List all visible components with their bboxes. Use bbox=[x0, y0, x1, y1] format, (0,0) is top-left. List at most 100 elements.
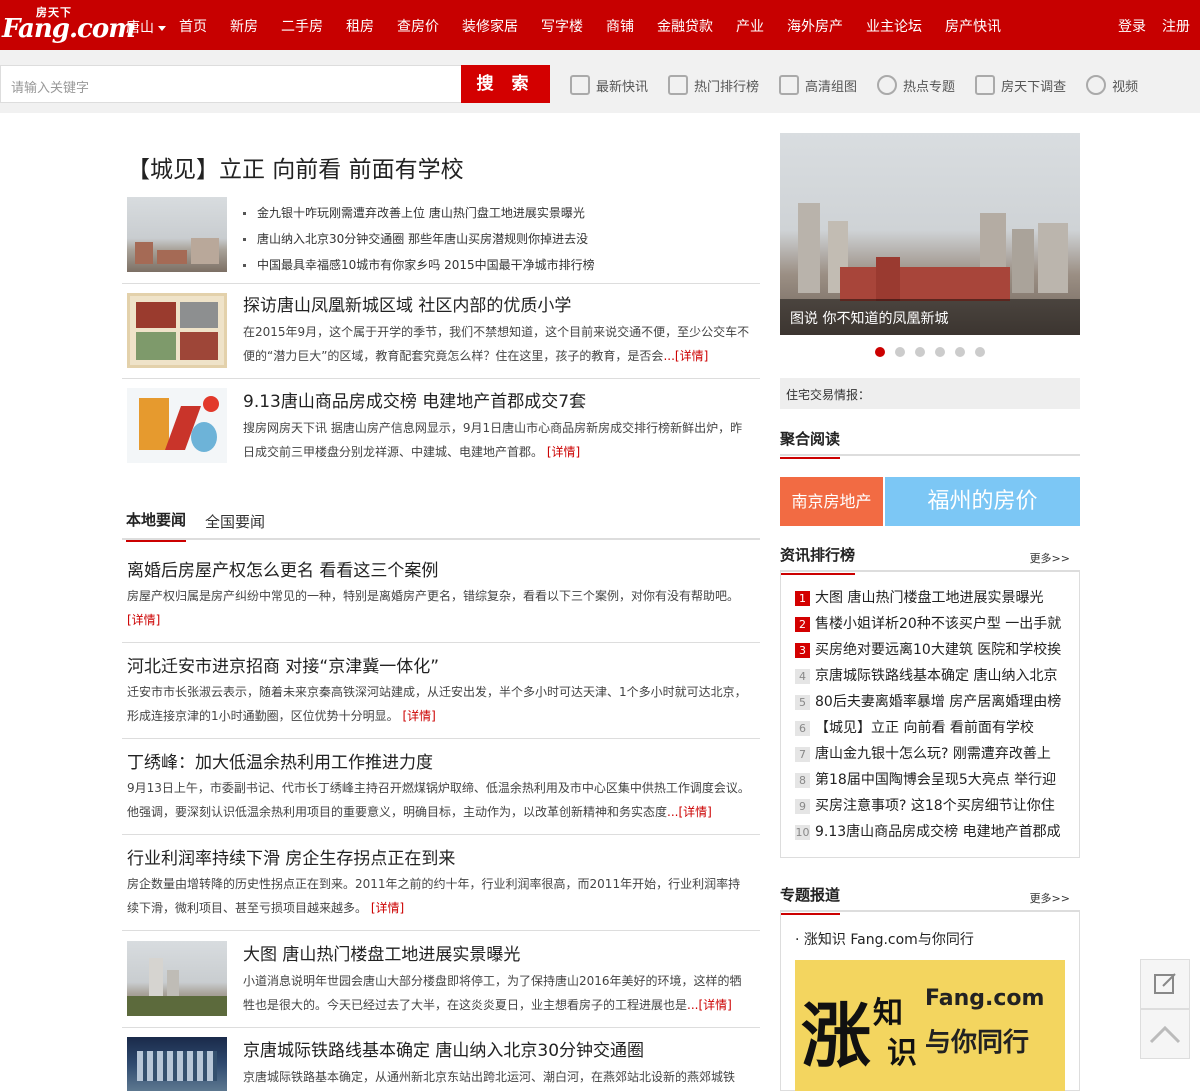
nav-item[interactable]: 查房价 bbox=[397, 16, 439, 36]
nav-item[interactable]: 二手房 bbox=[281, 16, 323, 36]
tab-national-news[interactable]: 全国要闻 bbox=[205, 511, 265, 532]
carousel-dot[interactable] bbox=[975, 347, 985, 357]
quick-link-label: 视频 bbox=[1112, 79, 1139, 95]
headline-thumbnail[interactable] bbox=[127, 197, 227, 272]
list-item[interactable]: 中国最具幸福感10城市有你家乡吗 2015中国最干净城市排行榜 bbox=[243, 252, 595, 278]
quick-link-gallery[interactable]: 高清组图 bbox=[779, 75, 857, 95]
details-link[interactable]: ...[详情] bbox=[663, 349, 708, 363]
quick-link-label: 热门排行榜 bbox=[694, 79, 760, 95]
quick-links: 最新快讯 热门排行榜 高清组图 热点专题 房天下调查 视频 bbox=[570, 75, 1158, 95]
search-button[interactable]: 搜 索 bbox=[461, 65, 550, 103]
feature-desc-text: 搜房网房天下讯 据唐山房产信息网显示，9月1日唐山市心商品房新房成交排行榜新鲜出… bbox=[243, 421, 743, 459]
fang-logo[interactable]: 房天下 Fang.com bbox=[2, 4, 136, 44]
nav-item[interactable]: 金融贷款 bbox=[657, 16, 713, 36]
more-link[interactable]: 更多>> bbox=[1030, 550, 1070, 566]
ranking-item[interactable]: 7 唐山金九银十怎么玩? 刚需遭弃改善上 bbox=[795, 741, 1061, 767]
divider bbox=[122, 378, 760, 379]
search-input[interactable]: 请输入关键字 bbox=[0, 65, 462, 103]
carousel-dot[interactable] bbox=[915, 347, 925, 357]
nav-item[interactable]: 租房 bbox=[346, 16, 374, 36]
details-link[interactable]: ...[详情] bbox=[667, 805, 712, 819]
feedback-button[interactable] bbox=[1140, 959, 1190, 1009]
photo-carousel[interactable]: 图说 你不知道的凤凰新城 bbox=[780, 133, 1080, 335]
details-link[interactable]: [详情] bbox=[547, 445, 580, 459]
feature-thumbnail[interactable] bbox=[127, 293, 227, 368]
ranking-item[interactable]: 3 买房绝对要远离10大建筑 医院和学校挨 bbox=[795, 637, 1061, 663]
carousel-dot[interactable] bbox=[875, 347, 885, 357]
tile-nanjing[interactable]: 南京房地产 bbox=[780, 477, 883, 526]
feature-title[interactable]: 9.13唐山商品房成交榜 电建地产首郡成交7套 bbox=[243, 387, 586, 412]
list-item[interactable]: 金九银十咋玩刚需遭弃改善上位 唐山热门盘工地进展实景曝光 bbox=[243, 200, 595, 226]
nav-item[interactable]: 商铺 bbox=[606, 16, 634, 36]
news-thumbnail[interactable] bbox=[127, 1037, 227, 1091]
news-desc: 迁安市市长张淑云表示，随着未来京秦高铁深河站建成，从迁安出发，半个多小时可达天津… bbox=[127, 680, 752, 728]
ranking-item[interactable]: 1 大图 唐山热门楼盘工地进展实景曝光 bbox=[795, 585, 1061, 611]
news-desc: 小道消息说明年世园会唐山大部分楼盘即将停工，为了保持唐山2016年美好的环境，这… bbox=[243, 969, 753, 1017]
carousel-caption: 图说 你不知道的凤凰新城 bbox=[780, 299, 1080, 335]
nav-item[interactable]: 新房 bbox=[230, 16, 258, 36]
nav-item[interactable]: 海外房产 bbox=[787, 16, 843, 36]
news-title[interactable]: 大图 唐山热门楼盘工地进展实景曝光 bbox=[243, 940, 520, 965]
ranking-item[interactable]: 6 【城见】立正 向前看 看前面有学校 bbox=[795, 715, 1061, 741]
ranking-item-label: 售楼小姐详析20种不该买户型 一出手就 bbox=[815, 616, 1062, 632]
quick-link-video[interactable]: 视频 bbox=[1086, 75, 1138, 95]
quick-link-ranking[interactable]: 热门排行榜 bbox=[668, 75, 759, 95]
nav-item[interactable]: 首页 bbox=[179, 16, 207, 36]
feature-thumbnail[interactable] bbox=[127, 388, 227, 463]
login-link[interactable]: 登录 bbox=[1118, 16, 1146, 36]
headline-title[interactable]: 【城见】立正 向前看 前面有学校 bbox=[127, 150, 464, 184]
news-desc: 房企数量由增转降的历史性拐点正在到来。2011年之前的约十年，行业利润率很高，而… bbox=[127, 872, 752, 920]
nav-item[interactable]: 写字楼 bbox=[541, 16, 583, 36]
ranking-item[interactable]: 9 买房注意事项? 这18个买房细节让你住 bbox=[795, 793, 1061, 819]
list-item[interactable]: 唐山纳入北京30分钟交通圈 那些年唐山买房潜规则你掉进去没 bbox=[243, 226, 595, 252]
nav-item[interactable]: 装修家居 bbox=[462, 16, 518, 36]
ranking-item-label: 第18届中国陶博会呈现5大亮点 举行迎 bbox=[815, 772, 1057, 788]
news-thumbnail[interactable] bbox=[127, 941, 227, 1016]
carousel-dot[interactable] bbox=[955, 347, 965, 357]
news-title[interactable]: 行业利润率持续下滑 房企生存拐点正在到来 bbox=[127, 844, 455, 869]
divider bbox=[122, 642, 760, 643]
details-link[interactable]: [详情] bbox=[402, 709, 435, 723]
news-title[interactable]: 京唐城际铁路线基本确定 唐山纳入北京30分钟交通圈 bbox=[243, 1036, 644, 1061]
quick-link-label: 热点专题 bbox=[903, 79, 956, 95]
news-title[interactable]: 离婚后房屋产权怎么更名 看看这三个案例 bbox=[127, 556, 438, 581]
ranking-item[interactable]: 2 售楼小姐详析20种不该买户型 一出手就 bbox=[795, 611, 1061, 637]
back-to-top-button[interactable] bbox=[1140, 1009, 1190, 1059]
quick-link-topics[interactable]: 热点专题 bbox=[877, 75, 955, 95]
nav-item[interactable]: 业主论坛 bbox=[866, 16, 922, 36]
nav-item[interactable]: 房产快讯 bbox=[945, 16, 1001, 36]
promo-banner[interactable]: 涨 知 识 Fang.com 与你同行 bbox=[795, 960, 1065, 1091]
flame-icon bbox=[877, 75, 898, 95]
ranking-item[interactable]: 10 9.13唐山商品房成交榜 电建地产首郡成 bbox=[795, 819, 1061, 845]
ranking-item[interactable]: 4 京唐城际铁路线基本确定 唐山纳入北京 bbox=[795, 663, 1061, 689]
details-link[interactable]: [详情] bbox=[371, 901, 404, 915]
ranking-item-label: 买房绝对要远离10大建筑 医院和学校挨 bbox=[815, 642, 1062, 658]
more-link[interactable]: 更多>> bbox=[1030, 890, 1070, 906]
news-title[interactable]: 河北迁安市进京招商 对接“京津冀一体化” bbox=[127, 652, 439, 677]
feature-desc: 搜房网房天下讯 据唐山房产信息网显示，9月1日唐山市心商品房新房成交排行榜新鲜出… bbox=[243, 416, 753, 464]
register-link[interactable]: 注册 bbox=[1162, 16, 1190, 36]
nav-item[interactable]: 产业 bbox=[736, 16, 764, 36]
city-label: 唐山 bbox=[126, 20, 154, 36]
play-icon bbox=[1086, 75, 1107, 95]
divider bbox=[122, 930, 760, 931]
ranking-item-label: 买房注意事项? 这18个买房细节让你住 bbox=[815, 798, 1055, 814]
logo-text: Fang.com bbox=[2, 14, 136, 44]
carousel-dot[interactable] bbox=[895, 347, 905, 357]
tile-fuzhou[interactable]: 福州的房价 bbox=[885, 477, 1080, 526]
carousel-dot[interactable] bbox=[935, 347, 945, 357]
tab-local-news[interactable]: 本地要闻 bbox=[126, 509, 187, 542]
feature-title[interactable]: 探访唐山凤凰新城区域 社区内部的优质小学 bbox=[243, 291, 571, 316]
quick-link-latest[interactable]: 最新快讯 bbox=[570, 75, 648, 95]
main-nav: 首页 新房 二手房 租房 查房价 装修家居 写字楼 商铺 金融贷款 产业 海外房… bbox=[179, 16, 1024, 36]
details-link[interactable]: ...[详情] bbox=[687, 998, 732, 1012]
special-item[interactable]: · 涨知识 Fang.com与你同行 bbox=[795, 929, 974, 949]
quick-link-survey[interactable]: 房天下调查 bbox=[975, 75, 1066, 95]
ranking-item[interactable]: 8 第18届中国陶博会呈现5大亮点 举行迎 bbox=[795, 767, 1061, 793]
city-selector[interactable]: 唐山 bbox=[126, 17, 166, 37]
rank-number: 6 bbox=[795, 720, 810, 736]
ranking-item[interactable]: 5 80后夫妻离婚率暴增 房产居离婚理由榜 bbox=[795, 689, 1061, 715]
news-title[interactable]: 丁绣峰：加大低温余热利用工作推进力度 bbox=[127, 748, 433, 773]
quick-link-label: 房天下调查 bbox=[1001, 79, 1067, 95]
details-link[interactable]: [详情] bbox=[127, 613, 160, 627]
